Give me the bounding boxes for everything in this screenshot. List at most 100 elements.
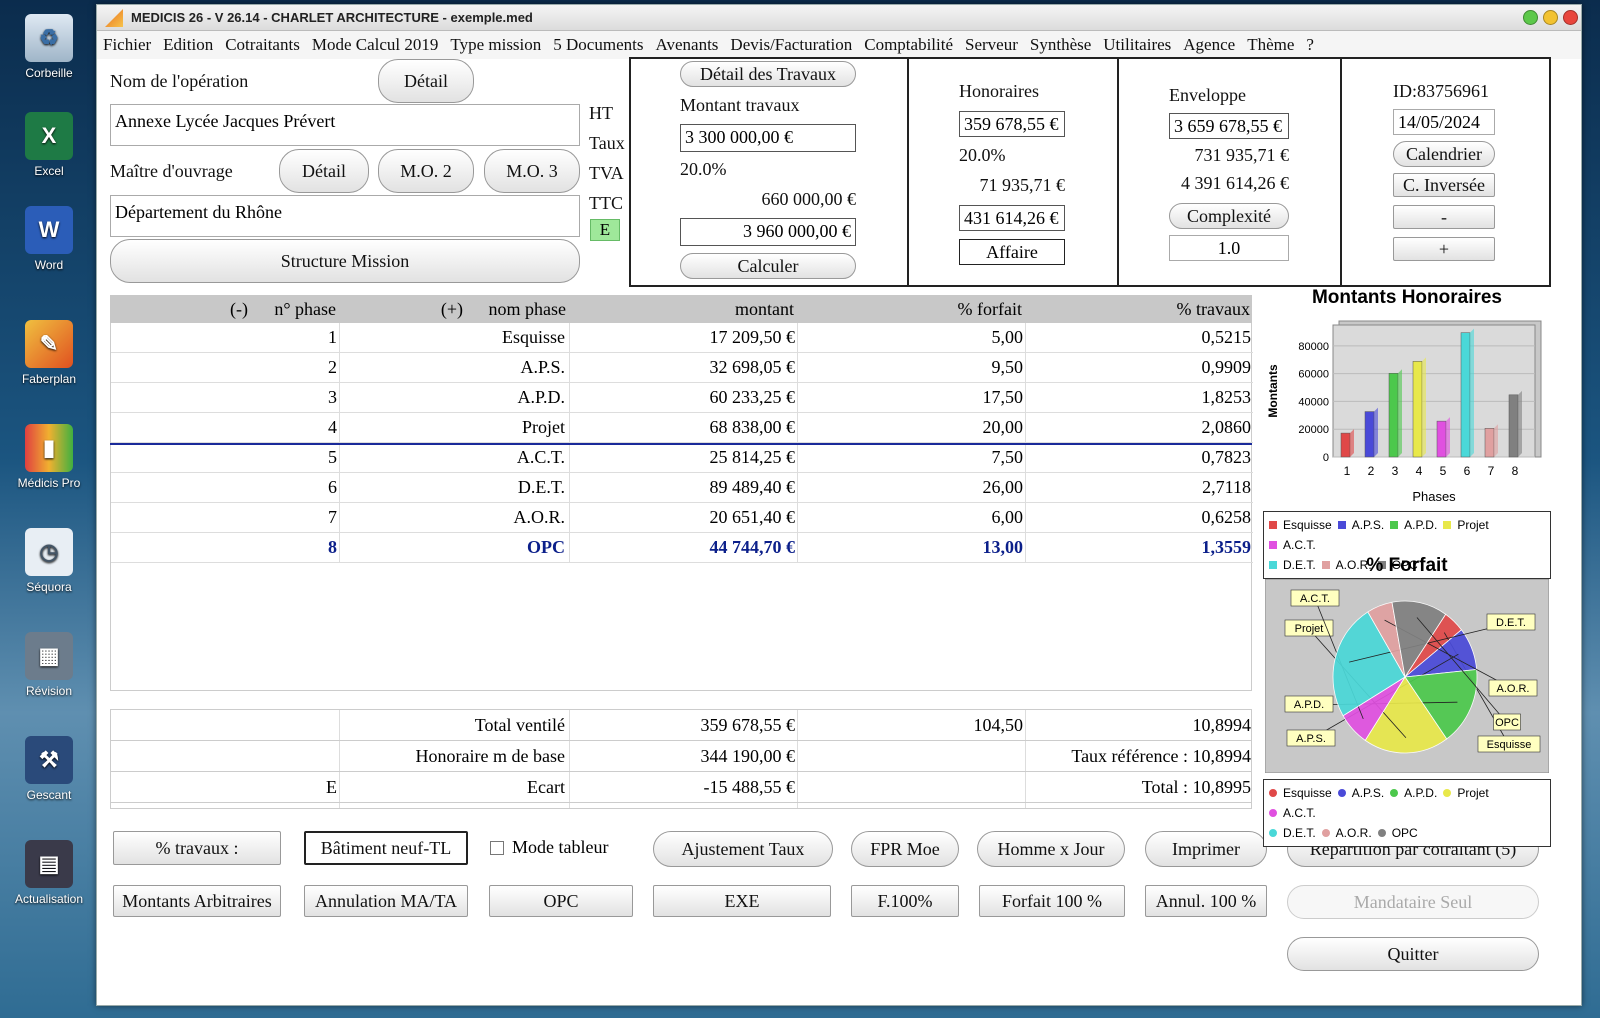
f100-button[interactable]: F.100% (851, 885, 959, 917)
header-minus-button[interactable]: (-) (110, 299, 250, 320)
menu-agence[interactable]: Agence (1177, 31, 1241, 55)
exe-button[interactable]: EXE (653, 885, 831, 917)
desktop-icon-revision[interactable]: ▦ Révision (8, 632, 90, 698)
annulation-ma-ta-button[interactable]: Annulation MA/TA (304, 885, 468, 917)
menu-fichier[interactable]: Fichier (97, 31, 157, 55)
menu-utilitaires[interactable]: Utilitaires (1097, 31, 1177, 55)
mode-tableur-checkbox[interactable] (490, 840, 504, 855)
table-row[interactable]: 5 A.C.T. 25 814,25 €7,50 0,7823 (111, 443, 1253, 473)
cell-n[interactable]: 2 (111, 357, 339, 378)
cell-travaux[interactable]: 0,9909 (1025, 357, 1253, 378)
table-row[interactable]: 4 Projet 68 838,00 €20,00 2,0860 (111, 413, 1253, 443)
menu-theme[interactable]: Thème (1241, 31, 1300, 55)
cell-forfait[interactable]: 6,00 (797, 507, 1025, 528)
cell-montant[interactable]: 60 233,25 € (569, 387, 797, 408)
cell-name[interactable]: Esquisse (339, 327, 567, 348)
desktop-icon-corbeille[interactable]: ♻ Corbeille (8, 14, 90, 80)
date-field[interactable]: 14/05/2024 (1393, 109, 1495, 135)
mo2-button[interactable]: M.O. 2 (378, 149, 474, 193)
cell-montant[interactable]: 44 744,70 € (569, 537, 797, 558)
header-plus-button[interactable]: (+) (340, 299, 465, 320)
cell-forfait[interactable]: 5,00 (797, 327, 1025, 348)
cell-travaux[interactable]: 2,0860 (1025, 417, 1253, 438)
opc-button[interactable]: OPC (489, 885, 633, 917)
menu-type-mission[interactable]: Type mission (444, 31, 547, 55)
cell-forfait[interactable]: 17,50 (797, 387, 1025, 408)
owner-field[interactable]: Département du Rhône (110, 195, 580, 237)
close-button[interactable] (1563, 10, 1578, 25)
honoraires-ht-field[interactable]: 359 678,55 € (959, 111, 1065, 137)
menu-devis-facturation[interactable]: Devis/Facturation (724, 31, 858, 55)
table-row[interactable]: 7 A.O.R. 20 651,40 €6,00 0,6258 (111, 503, 1253, 533)
desktop-icon-actualisation[interactable]: ▤ Actualisation (8, 840, 90, 906)
cell-montant[interactable]: 25 814,25 € (569, 447, 797, 468)
complexite-field[interactable]: 1.0 (1169, 235, 1289, 261)
pct-travaux-button[interactable]: % travaux : (113, 831, 281, 865)
menu-synthese[interactable]: Synthèse (1024, 31, 1097, 55)
calendrier-button[interactable]: Calendrier (1393, 141, 1495, 167)
c-inversee-button[interactable]: C. Inversée (1393, 173, 1495, 197)
enveloppe-ht-field[interactable]: 3 659 678,55 € (1169, 113, 1289, 139)
batiment-neuf-button[interactable]: Bâtiment neuf-TL (304, 831, 468, 865)
quitter-button[interactable]: Quitter (1287, 937, 1539, 971)
maximize-button[interactable] (1523, 10, 1538, 25)
cell-name[interactable]: A.P.D. (339, 387, 567, 408)
detail-travaux-button[interactable]: Détail des Travaux (680, 61, 856, 87)
menu-cotraitants[interactable]: Cotraitants (219, 31, 306, 55)
calculer-button[interactable]: Calculer (680, 253, 856, 279)
desktop-icon-excel[interactable]: X Excel (8, 112, 90, 178)
cell-travaux[interactable]: 0,6258 (1025, 507, 1253, 528)
cell-name[interactable]: D.E.T. (339, 477, 567, 498)
cell-forfait[interactable]: 9,50 (797, 357, 1025, 378)
cell-n[interactable]: 7 (111, 507, 339, 528)
owner-detail-button[interactable]: Détail (279, 149, 369, 193)
table-row[interactable]: 2 A.P.S. 32 698,05 €9,50 0,9909 (111, 353, 1253, 383)
cell-n[interactable]: 5 (111, 447, 339, 468)
cell-travaux[interactable]: 2,7118 (1025, 477, 1253, 498)
cell-travaux[interactable]: 1,3559 (1025, 537, 1253, 558)
cell-montant[interactable]: 17 209,50 € (569, 327, 797, 348)
desktop-icon-gescant[interactable]: ⚒ Gescant (8, 736, 90, 802)
cell-name[interactable]: OPC (339, 537, 567, 558)
cell-name[interactable]: A.O.R. (339, 507, 567, 528)
cell-n[interactable]: 4 (111, 417, 339, 438)
menu-documents[interactable]: 5 Documents (547, 31, 649, 55)
cell-name[interactable]: A.C.T. (339, 447, 567, 468)
affaire-button[interactable]: Affaire (959, 239, 1065, 265)
cell-travaux[interactable]: 0,5215 (1025, 327, 1253, 348)
homme-jour-button[interactable]: Homme x Jour (977, 831, 1125, 867)
menu-edition[interactable]: Edition (157, 31, 219, 55)
ajustement-taux-button[interactable]: Ajustement Taux (653, 831, 833, 867)
complexite-button[interactable]: Complexité (1169, 203, 1289, 229)
cell-n[interactable]: 1 (111, 327, 339, 348)
menu-comptabilite[interactable]: Comptabilité (858, 31, 959, 55)
table-row[interactable]: 8 OPC 44 744,70 €13,00 1,3559 (111, 533, 1253, 563)
fpr-moe-button[interactable]: FPR Moe (851, 831, 959, 867)
cell-travaux[interactable]: 1,8253 (1025, 387, 1253, 408)
cell-forfait[interactable]: 26,00 (797, 477, 1025, 498)
cell-forfait[interactable]: 20,00 (797, 417, 1025, 438)
annul-100-button[interactable]: Annul. 100 % (1145, 885, 1267, 917)
table-row[interactable]: 3 A.P.D. 60 233,25 €17,50 1,8253 (111, 383, 1253, 413)
cell-n[interactable]: 8 (111, 537, 339, 558)
menu-help[interactable]: ? (1300, 31, 1320, 55)
travaux-ttc-field[interactable]: 3 960 000,00 € (680, 218, 856, 246)
table-row[interactable]: 6 D.E.T. 89 489,40 €26,00 2,7118 (111, 473, 1253, 503)
operation-detail-button[interactable]: Détail (378, 59, 474, 103)
mode-tableur-option[interactable]: Mode tableur (490, 837, 608, 858)
minus-button[interactable]: - (1393, 205, 1495, 229)
mo3-button[interactable]: M.O. 3 (484, 149, 580, 193)
menu-serveur[interactable]: Serveur (959, 31, 1024, 55)
table-row[interactable]: 1 Esquisse 17 209,50 €5,00 0,5215 (111, 323, 1253, 353)
minimize-button[interactable] (1543, 10, 1558, 25)
desktop-icon-word[interactable]: W Word (8, 206, 90, 272)
montant-travaux-input[interactable]: 3 300 000,00 € (680, 124, 856, 152)
cell-name[interactable]: A.P.S. (339, 357, 567, 378)
cell-montant[interactable]: 68 838,00 € (569, 417, 797, 438)
title-bar[interactable]: MEDICIS 26 - V 26.14 - CHARLET ARCHITECT… (97, 5, 1581, 31)
cell-montant[interactable]: 32 698,05 € (569, 357, 797, 378)
cell-name[interactable]: Projet (339, 417, 567, 438)
desktop-icon-sequora[interactable]: ◷ Séquora (8, 528, 90, 594)
cell-n[interactable]: 3 (111, 387, 339, 408)
cell-n[interactable]: 6 (111, 477, 339, 498)
